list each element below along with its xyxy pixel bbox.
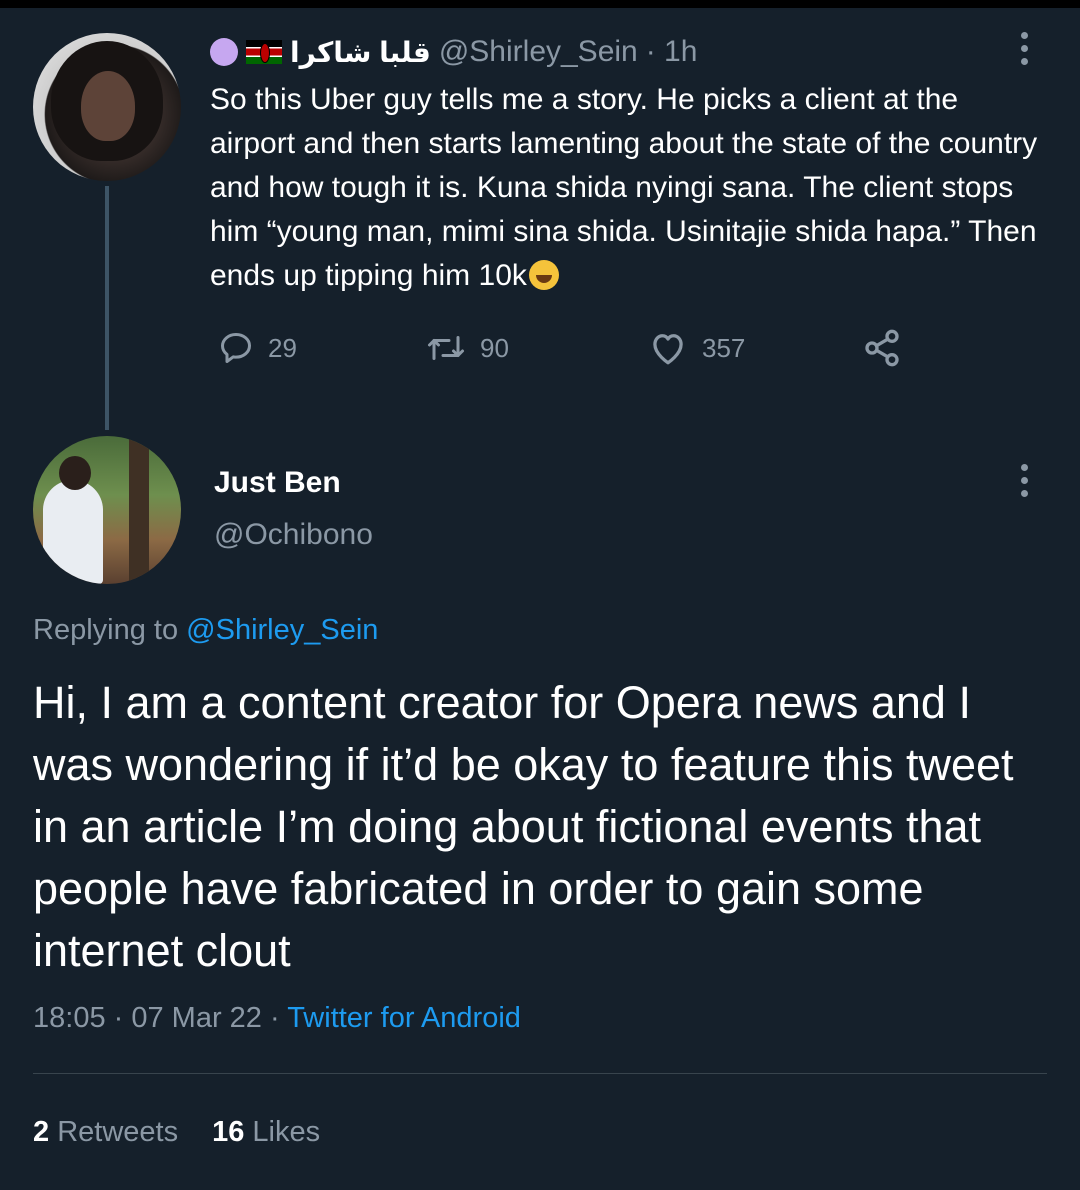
retweets-label: Retweets — [57, 1116, 179, 1148]
avatar-tree — [129, 436, 149, 584]
divider — [33, 1073, 1047, 1074]
avatar-face — [81, 71, 135, 141]
retweets-count: 2 — [33, 1116, 50, 1148]
parent-tweet-body: So this Uber guy tells me a story. He pi… — [210, 83, 1038, 292]
retweet-count: 90 — [480, 332, 509, 363]
parent-tweet-text: So this Uber guy tells me a story. He pi… — [210, 78, 1050, 298]
parent-handle[interactable]: @Shirley_Sein — [439, 35, 638, 69]
replying-to-mention[interactable]: @Shirley_Sein — [186, 614, 378, 646]
reply-count: 29 — [268, 332, 297, 363]
share-icon — [865, 329, 899, 367]
purple-circle-icon — [210, 38, 238, 66]
replying-to-line: Replying to @Shirley_Sein — [33, 614, 378, 647]
retweets-stat[interactable]: 2 Retweets — [33, 1116, 178, 1149]
likes-count: 16 — [212, 1116, 245, 1148]
likes-stat[interactable]: 16 Likes — [212, 1116, 320, 1149]
thread-connector-line — [105, 186, 109, 430]
reply-button[interactable]: 29 — [218, 326, 297, 370]
engagement-stats: 2 Retweets 16 Likes — [33, 1116, 320, 1149]
reply-icon — [221, 333, 251, 363]
like-count: 357 — [702, 332, 746, 363]
reply-handle[interactable]: @Ochibono — [214, 518, 373, 552]
parent-tweet-header: قلبا شاكرا @Shirley_Sein · 1h — [210, 30, 697, 74]
avatar-person — [43, 480, 103, 584]
parent-time: · 1h — [645, 35, 698, 68]
avatar-head — [59, 456, 91, 490]
reply-tweet-text: Hi, I am a content creator for Opera new… — [33, 677, 1014, 976]
like-button[interactable]: 357 — [648, 326, 745, 370]
kenya-flag-icon — [246, 40, 282, 64]
replying-to-label: Replying to — [33, 614, 179, 646]
avatar-ben[interactable] — [33, 436, 181, 584]
tweet-meta: 18:05 · 07 Mar 22 · Twitter for Android — [33, 1002, 521, 1035]
avatar-shirley[interactable] — [33, 33, 181, 181]
parent-action-bar: 29 90 357 — [218, 326, 918, 370]
reply-more-options-icon[interactable] — [1020, 464, 1028, 497]
reply-display-name[interactable]: Just Ben — [214, 466, 341, 500]
rolling-laughing-face-icon — [528, 260, 559, 290]
top-edge-bar — [0, 0, 1080, 8]
retweet-icon — [428, 336, 464, 360]
parent-more-options-icon[interactable] — [1020, 32, 1028, 65]
tweet-timestamp: 18:05 · 07 Mar 22 · — [33, 1002, 280, 1034]
heart-icon — [653, 334, 683, 365]
likes-label: Likes — [252, 1116, 321, 1148]
share-button[interactable] — [862, 326, 902, 370]
parent-display-name[interactable]: قلبا شاكرا — [290, 36, 431, 69]
tweet-source-link[interactable]: Twitter for Android — [287, 1002, 521, 1034]
retweet-button[interactable]: 90 — [426, 326, 509, 370]
